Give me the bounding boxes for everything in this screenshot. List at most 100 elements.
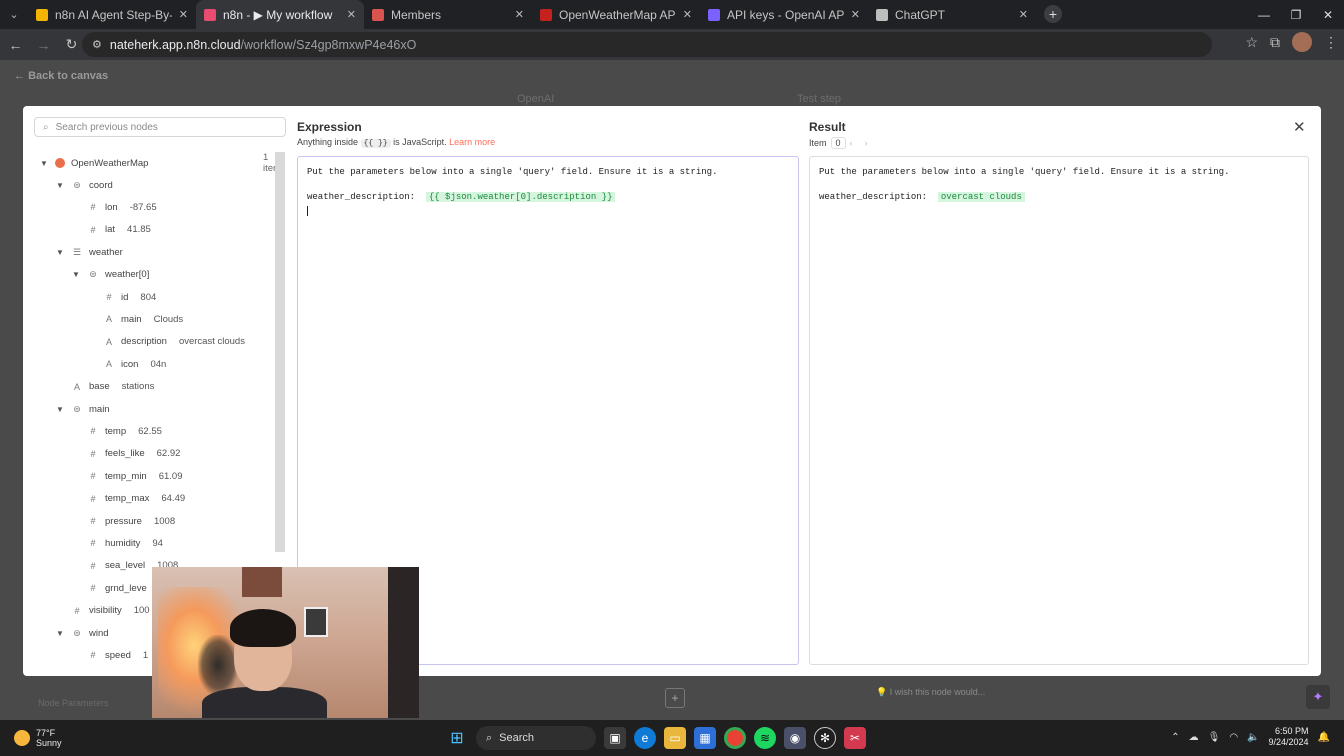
camera-icon[interactable]: ◉ [784,727,806,749]
tree-key[interactable]: speed [105,650,131,661]
tree-row[interactable]: Aicon 04n [103,354,166,374]
spotify-icon[interactable]: ≋ [754,727,776,749]
browser-tab[interactable]: Members ✕ [364,0,532,29]
wifi-icon[interactable]: ◠ [1229,732,1238,743]
feedback-prompt[interactable]: 💡 I wish this node would... [876,687,985,698]
tab-close-icon[interactable]: ✕ [179,8,188,21]
tab-close-icon[interactable]: ✕ [515,8,524,21]
chevron-down-icon[interactable]: ▼ [55,248,65,257]
tree-key[interactable]: main [89,404,110,415]
tab-close-icon[interactable]: ✕ [1019,8,1028,21]
reload-icon[interactable]: ↻ [59,32,84,57]
tree-key[interactable]: id [121,292,128,303]
close-icon[interactable]: ✕ [1293,118,1306,136]
tree-row[interactable]: # lon -87.65 [87,197,156,217]
tree-key[interactable]: lon [105,202,118,213]
chevron-up-icon[interactable]: ⌃ [1171,732,1179,743]
clock[interactable]: 6:50 PM 9/24/2024 [1269,726,1309,748]
tree-row[interactable]: # pressure 1008 [87,511,175,531]
browser-tab[interactable]: API keys - OpenAI API ✕ [700,0,868,29]
task-view-icon[interactable]: ▣ [604,727,626,749]
tree-row[interactable]: # temp_min 61.09 [87,466,182,486]
windows-start-icon[interactable]: ⊞ [446,727,468,749]
browser-tab[interactable]: n8n - ▶ My workflow ✕ [196,0,364,29]
tree-root-row[interactable]: ▼ OpenWeatherMap 1 item [39,152,281,174]
profile-avatar[interactable] [1292,32,1312,52]
weather-widget[interactable]: 77°F Sunny [14,728,62,748]
tree-key[interactable]: base [89,381,110,392]
tree-row[interactable]: Adescription overcast clouds [103,332,245,352]
minimize-icon[interactable]: — [1248,0,1280,29]
tree-key[interactable]: lat [105,224,115,235]
tree-row[interactable]: ▼ ⊜ main [55,399,110,419]
tree-key[interactable]: weather[0] [105,269,149,280]
new-tab-button[interactable]: + [1044,5,1062,23]
search-input[interactable] [55,121,256,133]
tab-close-icon[interactable]: ✕ [347,8,356,21]
tree-row[interactable]: ▼ ⊜ wind [55,623,109,643]
chevron-down-icon[interactable]: ▼ [71,270,81,279]
edge-icon[interactable]: e [634,727,656,749]
prev-item-icon[interactable]: ‹ [850,138,853,148]
tab-close-icon[interactable]: ✕ [851,8,860,21]
tree-key[interactable]: visibility [89,605,122,616]
chrome-icon[interactable] [724,727,746,749]
tree-scrollbar[interactable] [275,152,285,552]
site-info-icon[interactable]: ⚙ [92,38,102,51]
tree-row[interactable]: # lat 41.85 [87,220,150,240]
tree-key[interactable]: humidity [105,538,140,549]
chevron-down-icon[interactable]: ▼ [55,181,65,190]
bookmark-star-icon[interactable]: ☆ [1245,34,1258,51]
browser-tab[interactable]: ChatGPT ✕ [868,0,1036,29]
tree-key[interactable]: main [121,314,142,325]
tree-key[interactable]: description [121,336,167,347]
tree-row[interactable]: # visibility 100 [71,601,149,621]
snipping-tool-icon[interactable]: ✂ [844,727,866,749]
tree-row[interactable]: Amain Clouds [103,309,183,329]
store-icon[interactable]: ▦ [694,727,716,749]
tree-key[interactable]: temp_min [105,471,147,482]
file-explorer-icon[interactable]: ▭ [664,727,686,749]
tree-row[interactable]: ▼ ⊜ weather[0] [71,265,149,285]
tree-key[interactable]: temp [105,426,126,437]
tree-key[interactable]: coord [89,180,113,191]
tree-row[interactable]: ▼ ☰ weather [55,242,123,262]
cloud-icon[interactable]: ☁ [1189,732,1199,743]
add-node-button[interactable]: + [665,688,685,708]
mic-icon[interactable]: 🎙 [1208,732,1221,743]
tree-key[interactable]: grnd_leve [105,583,147,594]
tree-key[interactable]: icon [121,359,138,370]
tree-key[interactable]: weather [89,247,123,258]
tree-row[interactable]: # temp 62.55 [87,421,161,441]
chatgpt-icon[interactable]: ✻ [814,727,836,749]
tree-row[interactable]: # id 804 [103,287,156,307]
item-index-input[interactable]: 0 [830,137,846,149]
browser-tab[interactable]: OpenWeatherMap API Instructi ✕ [532,0,700,29]
next-item-icon[interactable]: › [865,138,868,148]
tree-row[interactable]: # humidity 94 [87,533,162,553]
tree-key[interactable]: temp_max [105,493,149,504]
tree-row[interactable]: ▼ ⊜ coord [55,175,113,195]
tree-row[interactable]: Abase stations [71,377,154,397]
tree-row[interactable]: # grnd_leve [87,578,147,598]
tree-key[interactable]: wind [89,628,109,639]
speaker-icon[interactable]: 🔈 [1247,732,1259,743]
tree-row[interactable]: # speed 1 [87,645,148,665]
tab-search-icon[interactable]: ⌄ [0,0,28,29]
extensions-icon[interactable]: ⧉ [1270,34,1280,51]
browser-tab[interactable]: n8n AI Agent Step-By-Step - G ✕ [28,0,196,29]
taskbar-search[interactable]: ⌕ Search [476,726,596,750]
learn-more-link[interactable]: Learn more [449,137,495,147]
tree-key[interactable]: feels_like [105,448,145,459]
search-previous-nodes[interactable]: ⌕ [34,117,286,137]
back-to-canvas-link[interactable]: ← Back to canvas [14,70,108,82]
url-bar[interactable]: ⚙ nateherk.app.n8n.cloud/workflow/Sz4gp8… [82,32,1212,57]
back-arrow-icon[interactable]: ← [3,32,28,57]
forward-arrow-icon[interactable]: → [31,32,56,57]
chevron-down-icon[interactable]: ▼ [55,629,65,638]
close-window-icon[interactable]: ✕ [1312,0,1344,29]
notification-bell-icon[interactable]: 🔔 [1318,732,1330,743]
chevron-down-icon[interactable]: ▼ [39,159,49,168]
tab-close-icon[interactable]: ✕ [683,8,692,21]
chevron-down-icon[interactable]: ▼ [55,405,65,414]
